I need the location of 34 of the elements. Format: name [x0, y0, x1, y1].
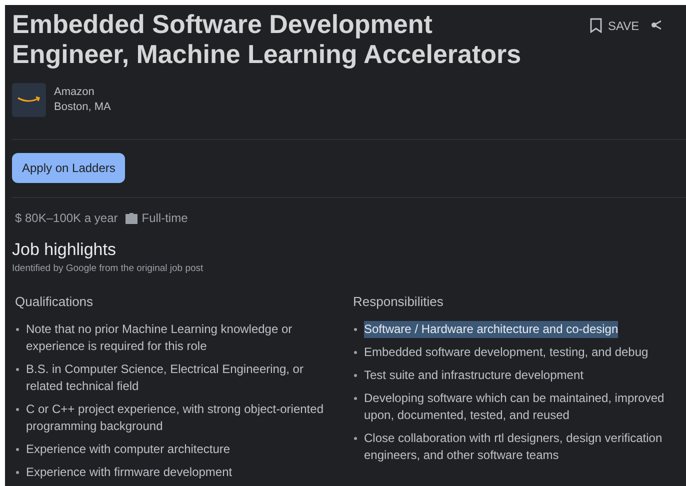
bullet-icon [16, 448, 19, 451]
bullet-icon [16, 471, 19, 474]
bullet-icon [16, 328, 19, 331]
highlights-subtitle: Identified by Google from the original job post [12, 263, 204, 274]
job-title: Embedded Software Development Engineer, Machine Learning Accelerators [12, 9, 522, 69]
highlight-item: Software / Hardware architecture and co-design [364, 321, 618, 338]
highlight-item: Embedded software development, testing, and debug [364, 344, 648, 361]
column-heading: Qualifications [15, 294, 94, 309]
highlight-item: Test suite and infrastructure development [364, 367, 584, 384]
bullet-icon [354, 374, 357, 377]
job-location: Boston, MA [54, 101, 111, 113]
highlight-item: B.S. in Computer Science, Electrical Engineering, or related technical field [26, 361, 304, 395]
briefcase-icon [124, 212, 138, 224]
bullet-icon [354, 397, 357, 400]
highlight-item: Experience with firmware development [26, 464, 232, 481]
company-name: Amazon [54, 86, 96, 98]
bullet-icon [16, 368, 19, 371]
highlight-item: Note that no prior Machine Learning knowledge or experience is required for this role [26, 321, 294, 355]
salary-text: $ 80K–100K a year [15, 211, 118, 225]
apply-button[interactable]: Apply on Ladders [12, 153, 126, 183]
highlight-item: C or C++ project experience, with strong object-oriented programming background [26, 401, 324, 435]
highlights-heading: Job highlights [12, 240, 117, 260]
bookmark-icon [590, 18, 602, 33]
save-button[interactable]: SAVE [590, 18, 640, 33]
bullet-icon [354, 437, 357, 440]
job-type-text: Full-time [142, 211, 188, 225]
bullet-icon [16, 408, 19, 411]
highlight-item: Developing software which can be maintained, improved upon, documented, tested, and reused [364, 390, 666, 424]
smile-arrow-icon [17, 96, 41, 104]
bullet-icon [354, 351, 357, 354]
highlight-item: Experience with computer architecture [26, 441, 230, 458]
column-heading: Responsibilities [353, 294, 444, 309]
highlight-item: Close collaboration with rtl designers, design verification engineers, and other software teams [364, 430, 664, 464]
bullet-icon [354, 328, 357, 331]
